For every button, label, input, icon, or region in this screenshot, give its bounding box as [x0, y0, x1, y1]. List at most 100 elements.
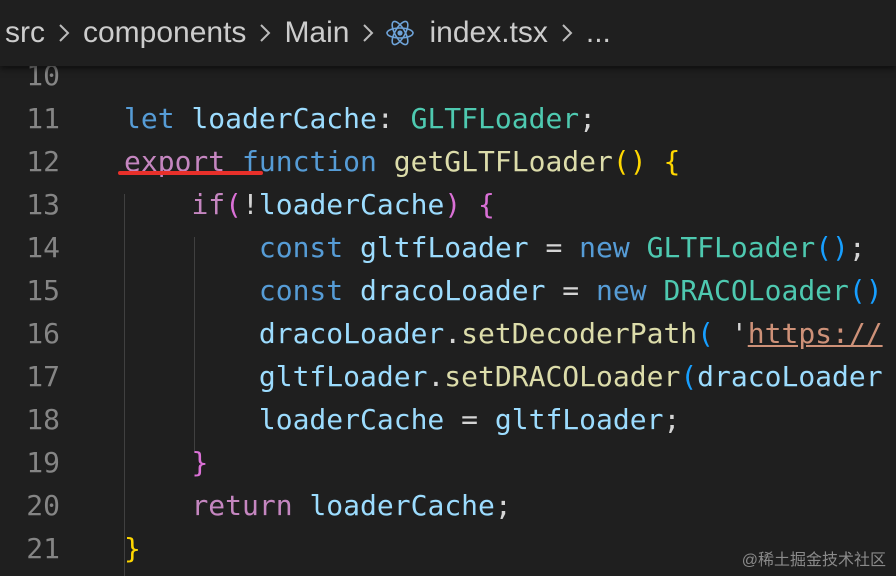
code-token: if: [191, 188, 226, 221]
code-token: =: [545, 274, 597, 307]
code-token: setDRACOLoader: [444, 360, 681, 393]
code-text: let loaderCache: GLTFLoader;: [124, 97, 596, 140]
code-line[interactable]: 16 dracoLoader.setDecoderPath( 'https://: [0, 312, 896, 355]
code-line[interactable]: 19 }: [0, 441, 896, 484]
code-token: ;: [494, 489, 512, 522]
code-text: }: [124, 441, 208, 484]
code-text: if(!loaderCache) {: [124, 183, 495, 226]
code-token: .: [427, 360, 445, 393]
line-number: 16: [26, 317, 60, 350]
code-token: DRACOLoader: [663, 274, 849, 307]
code-token: new: [579, 231, 630, 264]
react-icon: [385, 18, 415, 48]
code-text: export function getGLTFLoader() {: [124, 140, 680, 183]
line-number: 14: [26, 231, 60, 264]
code-token: ': [730, 317, 748, 350]
code-text: const gltfLoader = new GLTFLoader();: [124, 226, 866, 269]
line-number: 20: [26, 489, 60, 522]
line-number: 13: [26, 188, 60, 221]
line-number: 21: [26, 532, 60, 565]
code-token: dracoLoader: [697, 360, 883, 393]
code-token: setDecoderPath: [461, 317, 698, 350]
code-token: const: [258, 231, 344, 264]
code-editor[interactable]: 10 11 let loaderCache: GLTFLoader; 12 export…: [0, 54, 896, 576]
code-text: }: [124, 527, 141, 570]
code-token: (: [697, 317, 715, 350]
code-token: https://: [747, 317, 883, 350]
code-text: loaderCache = gltfLoader;: [124, 398, 680, 441]
code-text: dracoLoader.setDecoderPath( 'https://: [124, 312, 883, 355]
code-token: .: [444, 317, 462, 350]
chevron-right-icon: [57, 22, 71, 44]
code-text: gltfLoader.setDRACOLoader(dracoLoader: [124, 355, 883, 398]
code-token: {: [663, 145, 681, 178]
code-line[interactable]: 17 gltfLoader.setDRACOLoader(dracoLoader: [0, 355, 896, 398]
breadcrumb-item-main[interactable]: Main: [282, 16, 351, 50]
code-token: }: [191, 446, 209, 479]
code-line[interactable]: 11 let loaderCache: GLTFLoader;: [0, 97, 896, 140]
code-line[interactable]: 20 return loaderCache;: [0, 484, 896, 527]
code-token: loaderCache: [191, 102, 377, 135]
breadcrumb-item-file[interactable]: index.tsx: [427, 16, 549, 50]
code-token: (): [815, 231, 849, 264]
line-number: 15: [26, 274, 60, 307]
code-token: !: [242, 188, 259, 221]
code-token: (): [848, 274, 883, 307]
code-token: loaderCache: [258, 188, 445, 221]
code-token: dracoLoader: [258, 317, 445, 350]
code-token: ;: [848, 231, 866, 264]
chevron-right-icon: [258, 22, 272, 44]
code-token: GLTFLoader: [410, 102, 580, 135]
code-token: loaderCache: [309, 489, 495, 522]
code-line[interactable]: 18 loaderCache = gltfLoader;: [0, 398, 896, 441]
code-token: getGLTFLoader: [393, 145, 613, 178]
breadcrumb-item-symbol[interactable]: ...: [584, 16, 613, 50]
code-token: (: [680, 360, 698, 393]
line-number: 19: [26, 446, 60, 479]
code-token: =: [444, 403, 495, 436]
code-token: gltfLoader: [360, 231, 529, 264]
watermark: @稀土掘金技术社区: [741, 552, 886, 569]
line-number: 17: [26, 360, 60, 393]
code-token: }: [124, 532, 141, 565]
line-number: 18: [26, 403, 60, 436]
breadcrumb-item-components[interactable]: components: [81, 16, 248, 50]
code-line[interactable]: 14 const gltfLoader = new GLTFLoader();: [0, 226, 896, 269]
code-token: gltfLoader: [494, 403, 664, 436]
code-line[interactable]: 15 const dracoLoader = new DRACOLoader(): [0, 269, 896, 312]
code-token: ;: [579, 102, 597, 135]
code-token: :: [376, 102, 411, 135]
code-token: ;: [663, 403, 681, 436]
code-token: (: [225, 188, 243, 221]
code-token: {: [478, 188, 495, 221]
code-token: const: [258, 274, 344, 307]
code-text: return loaderCache;: [124, 484, 512, 527]
code-line[interactable]: 13 if(!loaderCache) {: [0, 183, 896, 226]
code-token: =: [528, 231, 580, 264]
chevron-right-icon: [361, 22, 375, 44]
code-token: dracoLoader: [360, 274, 546, 307]
chevron-right-icon: [560, 22, 574, 44]
code-token: GLTFLoader: [646, 231, 816, 264]
breadcrumb-item-src[interactable]: src: [0, 16, 47, 50]
line-number: 11: [26, 102, 60, 135]
annotation-underline: [118, 171, 263, 175]
code-line[interactable]: 12 export function getGLTFLoader() {: [0, 140, 896, 183]
code-token: let: [124, 102, 175, 135]
